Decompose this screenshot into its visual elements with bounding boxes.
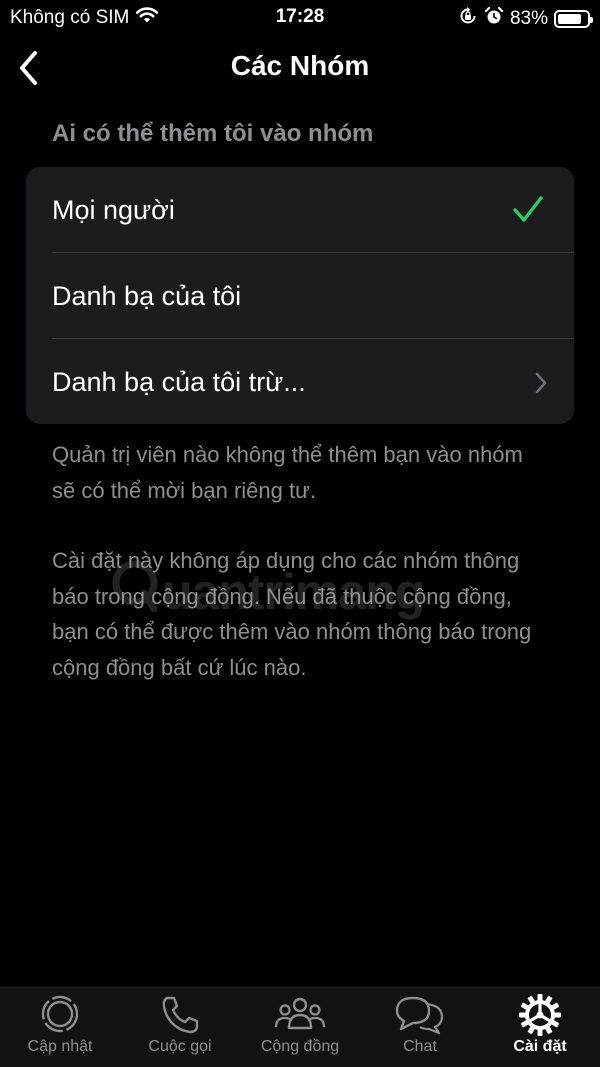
- option-label: Mọi người: [52, 195, 175, 225]
- community-icon: [274, 997, 326, 1030]
- section-header: Ai có thể thêm tôi vào nhóm: [52, 120, 374, 147]
- chat-icon: [395, 996, 444, 1035]
- settings-icon: [519, 994, 561, 1036]
- tab-bar: Cập nhật Cuộc gọi Cộng đồng Chat Cài đặt: [0, 987, 600, 1067]
- checkmark-icon: [512, 195, 544, 230]
- option-label: Danh bạ của tôi trừ...: [52, 367, 306, 397]
- chevron-right-icon: [534, 371, 548, 400]
- rotation-lock-icon: [458, 6, 478, 32]
- status-right: 83%: [458, 6, 593, 32]
- tab-updates[interactable]: Cập nhật: [0, 994, 120, 1062]
- options-list: Mọi người Danh bạ của tôi Danh bạ của tô…: [26, 167, 574, 424]
- status-bar: Không có SIM 17:28 83%: [0, 0, 600, 34]
- status-icon: [41, 995, 79, 1033]
- battery-icon: [554, 10, 593, 28]
- tab-label: Cài đặt: [513, 1038, 567, 1055]
- battery-tip: [590, 17, 593, 23]
- option-label: Danh bạ của tôi: [52, 281, 242, 311]
- navigation-bar: Các Nhóm: [0, 34, 600, 100]
- screen: Không có SIM 17:28 83% Các Nhóm Ai có th…: [0, 0, 600, 1067]
- info-note-admins: Quản trị viên nào không thể thêm bạn vào…: [52, 442, 523, 503]
- battery-percent: 83%: [509, 8, 548, 29]
- alarm-icon: [484, 6, 504, 32]
- option-everyone[interactable]: Mọi người: [26, 167, 574, 253]
- tab-label: Cập nhật: [27, 1038, 93, 1055]
- tab-label: Chat: [403, 1038, 437, 1055]
- tab-communities[interactable]: Cộng đồng: [240, 994, 360, 1062]
- page-title: Các Nhóm: [230, 50, 370, 81]
- phone-icon: [162, 996, 199, 1034]
- tab-label: Cộng đồng: [260, 1038, 340, 1055]
- tab-chat[interactable]: Chat: [360, 994, 480, 1062]
- battery-fill: [558, 14, 582, 24]
- option-my-contacts-except[interactable]: Danh bạ của tôi trừ...: [26, 339, 574, 424]
- tab-label: Cuộc gọi: [148, 1038, 212, 1055]
- tab-calls[interactable]: Cuộc gọi: [120, 994, 240, 1062]
- info-note-communities: Cài đặt này không áp dụng cho các nhóm t…: [52, 548, 532, 680]
- tab-settings[interactable]: Cài đặt: [480, 994, 600, 1062]
- option-my-contacts[interactable]: Danh bạ của tôi: [26, 253, 574, 339]
